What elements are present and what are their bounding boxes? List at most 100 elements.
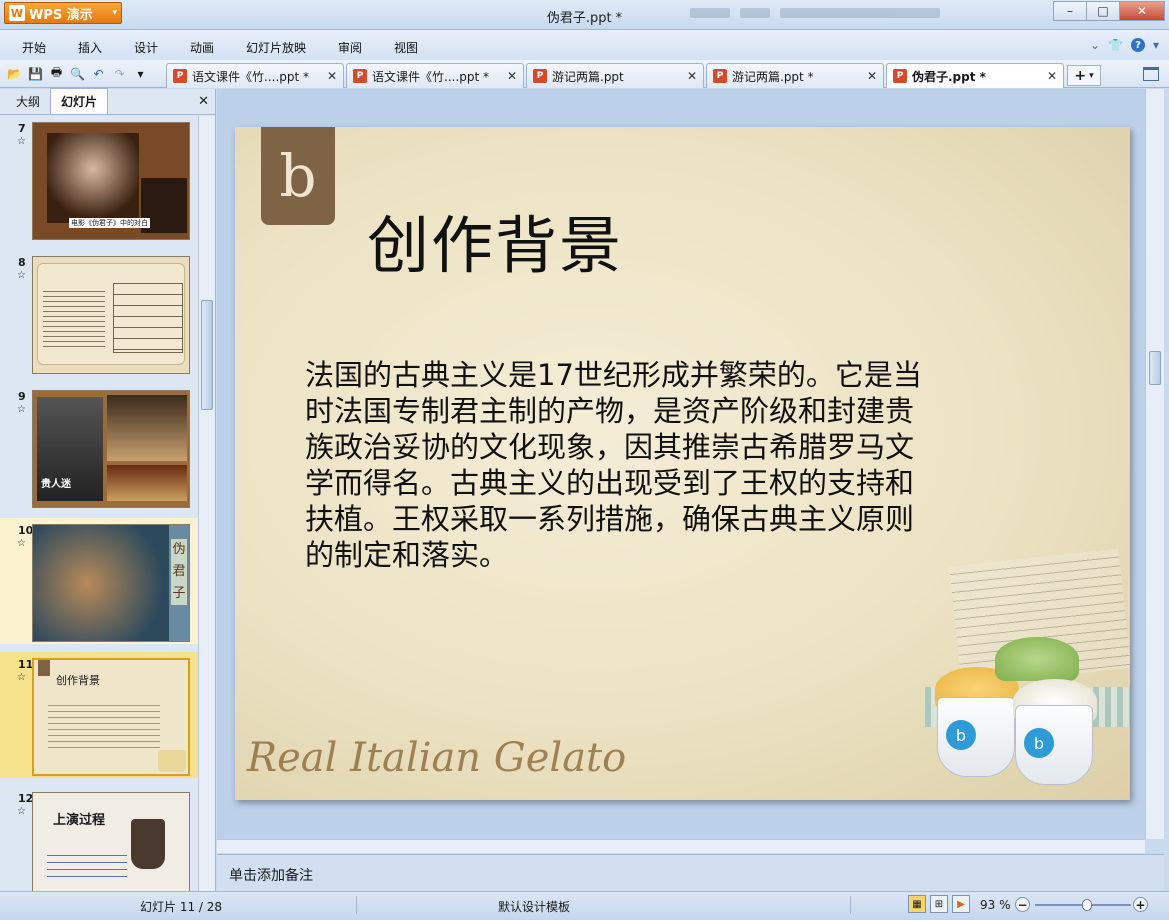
menu-item-slideshow[interactable]: 幻灯片放映	[246, 39, 306, 56]
chevron-down-icon[interactable]: ▾	[1153, 38, 1159, 52]
close-icon[interactable]: ✕	[507, 69, 517, 83]
status-bar: 幻灯片 11 / 28 默认设计模板 ▦ ⊞ ▶ 93 % − +	[0, 891, 1169, 920]
slide-panel: 大纲 幻灯片 ✕ 7 ☆ 电影《伪君子》中的对白 8 ☆ 9 ☆ 贵人迷 10 …	[0, 88, 216, 891]
skin-icon[interactable]: 👕	[1108, 38, 1123, 52]
window-controls: – □ ✕	[1053, 1, 1165, 21]
close-window-button[interactable]: ✕	[1119, 1, 1165, 21]
tab-slides[interactable]: 幻灯片	[50, 88, 109, 114]
print-preview-icon[interactable]: 🔍	[69, 65, 86, 82]
open-folder-icon[interactable]: 📂	[6, 65, 23, 82]
close-icon[interactable]: ✕	[867, 69, 877, 83]
redo-icon[interactable]: ↷	[111, 65, 128, 82]
menu-item-animation[interactable]: 动画	[190, 39, 214, 56]
slide-scrollbar[interactable]	[1145, 89, 1164, 839]
scrollbar-thumb[interactable]	[201, 300, 213, 410]
horizontal-scrollbar[interactable]	[217, 839, 1145, 853]
menu-bar: 开始 插入 设计 动画 幻灯片放映 审阅 视图 ⌄ 👕 ? ▾	[0, 30, 1169, 60]
close-icon[interactable]: ✕	[198, 94, 209, 109]
menu-item-home[interactable]: 开始	[22, 39, 46, 56]
blurred-user-area	[690, 8, 1030, 22]
slide-thumbnail[interactable]: 贵人迷	[32, 390, 190, 508]
slide-body-text[interactable]: 法国的古典主义是17世纪形成并繁荣的。它是当时法国专制君主制的产物，是资产阶级和…	[305, 357, 935, 573]
notes-pane[interactable]: 单击添加备注	[217, 854, 1164, 891]
slide-title[interactable]: 创作背景	[367, 195, 623, 285]
doc-tab-4[interactable]: P 游记两篇.ppt * ✕	[706, 63, 884, 88]
slide-thumbnail[interactable]: 伪君子	[32, 524, 190, 642]
doc-tab-active[interactable]: P 伪君子.ppt * ✕	[886, 63, 1064, 88]
thumbnail-scrollbar[interactable]	[198, 116, 215, 891]
slide-number: 8	[18, 256, 26, 269]
slide-thumb-row[interactable]: 7 ☆ 电影《伪君子》中的对白	[0, 116, 198, 242]
decorative-script-text: Real Italian Gelato	[247, 735, 627, 781]
zoom-slider[interactable]	[1035, 899, 1131, 911]
thumb-caption: 电影《伪君子》中的对白	[69, 218, 150, 228]
normal-view-icon[interactable]: ▦	[908, 895, 926, 913]
save-icon[interactable]: 💾	[27, 65, 44, 82]
slide-sorter-icon[interactable]: ⊞	[930, 895, 948, 913]
ppt-file-icon: P	[353, 69, 367, 83]
star-icon: ☆	[17, 672, 26, 683]
zoom-in-button[interactable]: +	[1133, 897, 1148, 912]
tab-outline[interactable]: 大纲	[6, 89, 50, 114]
window-layout-icon[interactable]	[1143, 67, 1159, 81]
doc-tab-3[interactable]: P 游记两篇.ppt ✕	[526, 63, 704, 88]
menu-item-review[interactable]: 审阅	[338, 39, 362, 56]
slide-thumb-row[interactable]: 10 ☆ 伪君子	[0, 518, 198, 644]
menu-item-view[interactable]: 视图	[394, 39, 418, 56]
doc-tab-label: 伪君子.ppt *	[912, 69, 986, 84]
notes-placeholder: 单击添加备注	[229, 868, 313, 884]
ice-cream-cup: b	[937, 697, 1015, 777]
star-icon: ☆	[17, 270, 26, 281]
slide-number: 7	[18, 122, 26, 135]
close-icon[interactable]: ✕	[1047, 69, 1057, 83]
customize-toolbar-icon[interactable]: ▾	[132, 65, 149, 82]
thumb-caption: 创作背景	[56, 674, 100, 687]
slide-thumbnail[interactable]: 上演过程	[32, 792, 190, 891]
slide-editing-area: b 创作背景 法国的古典主义是17世纪形成并繁荣的。它是当时法国专制君主制的产物…	[217, 89, 1145, 839]
new-tab-button[interactable]: + ▾	[1067, 65, 1101, 86]
slide-counter: 幻灯片 11 / 28	[140, 900, 223, 914]
undo-icon[interactable]: ↶	[90, 65, 107, 82]
ppt-file-icon: P	[533, 69, 547, 83]
menu-item-insert[interactable]: 插入	[78, 39, 102, 56]
help-icon[interactable]: ?	[1130, 38, 1145, 52]
template-name: 默认设计模板	[498, 900, 571, 914]
print-icon[interactable]: 🖶	[48, 65, 65, 82]
menu-right-tools: ⌄ 👕 ? ▾	[1090, 38, 1159, 52]
doc-tab-1[interactable]: P 语文课件《竹....ppt * ✕	[166, 63, 344, 88]
zoom-slider-handle[interactable]	[1082, 899, 1093, 911]
doc-tab-label: 语文课件《竹....ppt *	[372, 69, 490, 84]
quick-access-icons: 📂 💾 🖶 🔍 ↶ ↷ ▾	[6, 65, 149, 82]
slide-thumbnail[interactable]: 创作背景	[32, 658, 190, 776]
slide-thumb-row[interactable]: 9 ☆ 贵人迷	[0, 384, 198, 510]
thumb-caption: 上演过程	[53, 813, 106, 828]
chevron-down-icon[interactable]: ⌄	[1090, 38, 1100, 52]
scrollbar-thumb[interactable]	[1149, 351, 1161, 385]
thumb-caption: 伪君子	[171, 539, 187, 605]
slide-thumbnail[interactable]: 电影《伪君子》中的对白	[32, 122, 190, 240]
slide-thumb-row[interactable]: 12 ☆ 上演过程	[0, 786, 198, 891]
menu-item-design[interactable]: 设计	[134, 39, 158, 56]
doc-tab-label: 游记两篇.ppt *	[732, 69, 814, 84]
slide-thumb-row[interactable]: 8 ☆	[0, 250, 198, 376]
ice-cream-cup: b	[1015, 705, 1093, 785]
slideshow-icon[interactable]: ▶	[952, 895, 970, 913]
slide-thumbnail[interactable]	[32, 256, 190, 374]
close-icon[interactable]: ✕	[687, 69, 697, 83]
star-icon: ☆	[17, 404, 26, 415]
divider	[850, 896, 851, 914]
close-icon[interactable]: ✕	[327, 69, 337, 83]
slide-thumb-row-selected[interactable]: 11 ☆ 创作背景	[0, 652, 198, 778]
star-icon: ☆	[17, 538, 26, 549]
zoom-out-button[interactable]: −	[1015, 897, 1030, 912]
zoom-level: 93 %	[980, 898, 1011, 912]
minimize-button[interactable]: –	[1053, 1, 1087, 21]
slide-number: 9	[18, 390, 26, 403]
view-mode-buttons: ▦ ⊞ ▶	[908, 895, 970, 913]
current-slide[interactable]: b 创作背景 法国的古典主义是17世纪形成并繁荣的。它是当时法国专制君主制的产物…	[235, 127, 1130, 800]
maximize-button[interactable]: □	[1086, 1, 1120, 21]
star-icon: ☆	[17, 806, 26, 817]
doc-tab-2[interactable]: P 语文课件《竹....ppt * ✕	[346, 63, 524, 88]
ice-cream-decoration: b b	[925, 547, 1130, 800]
star-icon: ☆	[17, 136, 26, 147]
